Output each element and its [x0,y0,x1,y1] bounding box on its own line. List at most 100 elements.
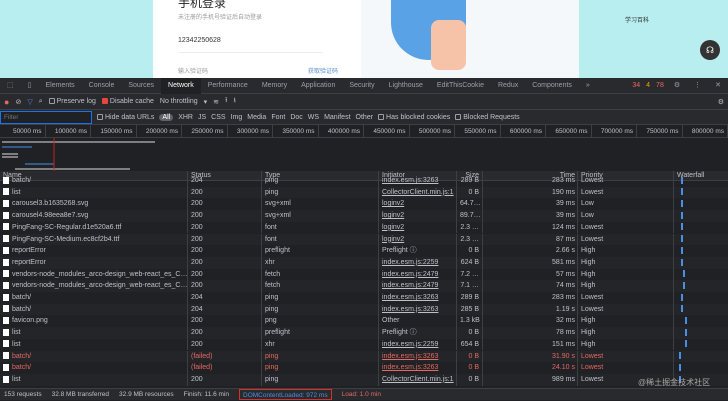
waterfall-bar [679,364,681,371]
filter-type-js[interactable]: JS [198,114,206,121]
record-icon[interactable]: ● [4,97,9,107]
network-settings-icon[interactable]: ⚙ [718,98,728,106]
table-row[interactable]: vendors-node_modules_arco-design_web-rea… [0,269,728,281]
more-icon[interactable]: ⋮ [687,78,708,94]
tab-performance[interactable]: Performance [201,78,255,94]
cell-size: 89.7… [457,210,483,222]
cell-initiator-text[interactable]: CollectorClient.min.js:1 [382,189,454,196]
chevron-down-icon[interactable]: ▾ [204,98,208,106]
table-row[interactable]: batch/204pingindex.esm.js:3263289 B283 m… [0,292,728,304]
settings-icon[interactable]: ⚙ [667,78,687,94]
tab-console[interactable]: Console [82,78,122,94]
disable-cache-checkbox[interactable]: Disable cache [102,98,154,105]
cell-initiator-text[interactable]: index.esm.js:2479 [382,282,438,289]
cell-initiator-text[interactable]: index.esm.js:3263 [382,353,438,360]
table-row[interactable]: batch/204pingindex.esm.js:3263285 B1.19 … [0,304,728,316]
cell-type: ping [262,362,379,374]
table-row[interactable]: list200pingCollectorClient.min.js:10 B98… [0,374,728,386]
filter-type-img[interactable]: Img [231,114,243,121]
cell-initiator-text[interactable]: loginv2 [382,224,404,231]
tab-editthiscookie[interactable]: EditThisCookie [430,78,491,94]
wiki-link[interactable]: 学习百科 [625,15,649,24]
tab-redux[interactable]: Redux [491,78,525,94]
cell-initiator-text[interactable]: index.esm.js:3263 [382,364,438,371]
warning-badge[interactable]: 4 [643,82,653,89]
cell-initiator-text[interactable]: index.esm.js:2259 [382,341,438,348]
tab-[interactable]: » [579,78,597,94]
table-row[interactable]: PingFang-SC-Regular.d1e520a6.ttf200fontl… [0,222,728,234]
preserve-log-checkbox[interactable]: Preserve log [49,98,96,105]
table-row[interactable]: batch/204pingindex.esm.js:3263289 B283 m… [0,175,728,187]
search-icon[interactable]: ⌕ [39,98,43,106]
download-icon[interactable]: ⭳ [233,96,235,107]
cell-initiator-text[interactable]: Preflight ⓘ [382,247,417,254]
table-row[interactable]: reportError200preflightPreflight ⓘ0 B2.6… [0,245,728,257]
cell-initiator-text[interactable]: loginv2 [382,212,404,219]
wifi-icon[interactable]: ≋ [213,98,219,106]
filter-type-css[interactable]: CSS [211,114,225,121]
cell-initiator-text[interactable]: loginv2 [382,236,404,243]
table-row[interactable]: list200preflightPreflight ⓘ0 B78 msHigh [0,327,728,339]
table-row[interactable]: favicon.png200pngOther1.3 kB32 msHigh [0,315,728,327]
tab-security[interactable]: Security [342,78,381,94]
filter-type-all[interactable]: All [159,114,173,121]
tab-elements[interactable]: Elements [38,78,81,94]
headset-icon[interactable]: ☊ [700,40,720,60]
filter-icon[interactable]: ▽ [27,98,32,106]
filter-type-doc[interactable]: Doc [290,114,302,121]
error-badge[interactable]: 34 [629,82,643,89]
inspect-icon[interactable]: ⬚ [0,78,21,94]
table-row[interactable]: list200pingCollectorClient.min.js:10 B19… [0,187,728,199]
throttling-select[interactable]: No throttling [160,98,198,105]
filter-type-media[interactable]: Media [247,114,266,121]
tab-sources[interactable]: Sources [121,78,161,94]
table-row[interactable]: vendors-node_modules_arco-design_web-rea… [0,280,728,292]
clear-icon[interactable]: ⊘ [15,98,21,106]
table-row[interactable]: carousel4.98eea8e7.svg200svg+xmlloginv28… [0,210,728,222]
cell-initiator-text[interactable]: index.esm.js:3263 [382,177,438,184]
cell-initiator-text[interactable]: loginv2 [382,200,404,207]
cell-initiator-text[interactable]: index.esm.js:2259 [382,259,438,266]
table-row[interactable]: batch/(failed)pingindex.esm.js:32630 B24… [0,362,728,374]
hide-data-urls-checkbox[interactable]: Hide data URLs [97,114,154,121]
device-toggle-icon[interactable]: ▯ [21,78,39,94]
filter-type-font[interactable]: Font [271,114,285,121]
tab-components[interactable]: Components [525,78,579,94]
cell-time: 39 ms [483,198,578,210]
phone-input[interactable]: 12342250628 [178,37,221,44]
tab-network[interactable]: Network [161,78,201,94]
cell-initiator-text[interactable]: index.esm.js:3263 [382,294,438,301]
table-row[interactable]: batch/(failed)pingindex.esm.js:32630 B31… [0,351,728,363]
cell-initiator-text[interactable]: Other [382,317,400,324]
cell-initiator-text[interactable]: CollectorClient.min.js:1 [382,376,454,383]
cell-initiator-text[interactable]: index.esm.js:3263 [382,306,438,313]
issues-badge[interactable]: 78 [653,82,667,89]
cell-initiator-text[interactable]: Preflight ⓘ [382,329,417,336]
waterfall-cell [674,339,728,351]
waterfall-bar [685,340,687,347]
cell-initiator-text[interactable]: index.esm.js:2479 [382,271,438,278]
tab-memory[interactable]: Memory [255,78,294,94]
cell-time-text: 283 ms [552,294,575,301]
blocked-requests-checkbox[interactable]: Blocked Requests [455,114,519,121]
get-code-link[interactable]: 获取验证码 [308,66,338,75]
filter-type-other[interactable]: Other [356,114,374,121]
tab-lighthouse[interactable]: Lighthouse [382,78,430,94]
filter-input[interactable] [0,111,92,124]
tab-application[interactable]: Application [294,78,342,94]
table-row[interactable]: reportError200xhrindex.esm.js:2259624 B5… [0,257,728,269]
cell-type-text: png [265,317,277,324]
table-row[interactable]: carousel3.b1635268.svg200svg+xmlloginv26… [0,198,728,210]
close-icon[interactable]: ✕ [708,78,728,94]
filter-type-manifest[interactable]: Manifest [324,114,350,121]
cell-initiator: Preflight ⓘ [379,327,457,339]
table-row[interactable]: PingFang-SC-Medium.ec8cf2b4.ttf200fontlo… [0,234,728,246]
timeline-overview[interactable] [0,138,728,171]
blocked-cookies-checkbox[interactable]: Has blocked cookies [378,114,450,121]
filter-type-xhr[interactable]: XHR [178,114,193,121]
filter-type-ws[interactable]: WS [308,114,319,121]
upload-icon[interactable]: ⭱ [225,96,227,107]
code-input[interactable]: 输入验证码 [178,66,208,75]
table-row[interactable]: list200xhrindex.esm.js:2259654 B151 msHi… [0,339,728,351]
cell-status: 200 [188,339,262,351]
